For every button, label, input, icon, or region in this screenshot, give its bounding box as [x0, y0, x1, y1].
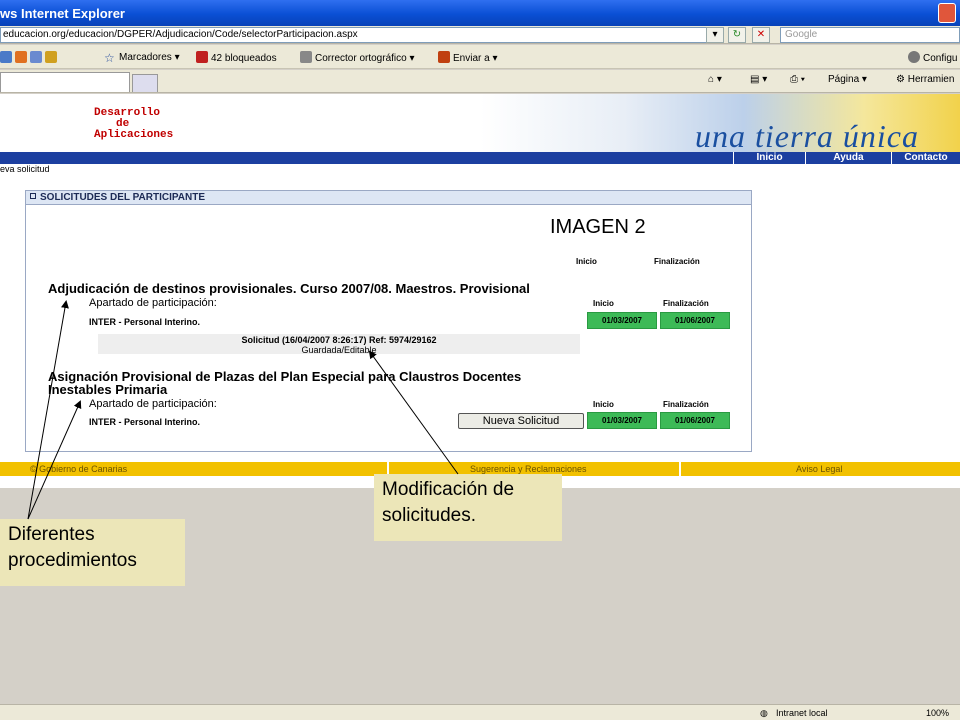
- callout-line: Diferentes: [8, 524, 95, 545]
- blocked-button[interactable]: 42 bloqueados: [196, 51, 277, 64]
- nueva-solicitud-button[interactable]: Nueva Solicitud: [458, 413, 584, 429]
- solicitud-status: Guardada/Editable: [301, 345, 377, 355]
- image-label: IMAGEN 2: [550, 216, 646, 238]
- nav-contacto[interactable]: Contacto: [891, 152, 960, 164]
- window-title: ws Internet Explorer: [0, 6, 125, 21]
- stop-icon[interactable]: ✕: [752, 27, 770, 43]
- gear-icon: ⚙: [896, 74, 905, 85]
- site-nav: Inicio Ayuda Contacto: [0, 152, 960, 164]
- header-finalizacion: Finalización: [654, 257, 700, 266]
- config-button[interactable]: Configu: [908, 51, 957, 64]
- site-banner: Desarrollo de Aplicaciones una tierra ún…: [0, 94, 960, 154]
- start-date: 01/03/2007: [587, 312, 657, 329]
- callout-modification: Modificación de solicitudes.: [374, 474, 562, 541]
- apartado-label: Apartado de participación:: [89, 398, 217, 410]
- footer-divider: [679, 462, 681, 476]
- footer-legal[interactable]: Aviso Legal: [796, 464, 842, 474]
- site-title-line: Desarrollo: [94, 107, 161, 119]
- blocked-label: 42 bloqueados: [211, 53, 277, 64]
- feeds-icon[interactable]: ▤ ▾: [750, 74, 767, 85]
- send-button[interactable]: Enviar a ▾: [438, 51, 498, 64]
- feed-icon: [15, 51, 27, 63]
- callout-line: Modificación de: [382, 479, 515, 500]
- gear-icon: [908, 51, 920, 63]
- page-menu[interactable]: Página ▾: [828, 74, 867, 85]
- panel-title: SOLICITUDES DEL PARTICIPANTE: [40, 192, 206, 203]
- tab-bar: ⌂ ▾ ▤ ▾ ⎙ ▾ Página ▾ ⚙ Herramien: [0, 70, 960, 93]
- callout-procedures: Diferentes procedimientos: [0, 519, 185, 586]
- start-date: 01/03/2007: [587, 412, 657, 429]
- address-bar: educacion.org/educacion/DGPER/Adjudicaci…: [0, 26, 960, 44]
- end-date: 01/06/2007: [660, 412, 730, 429]
- page-menu-label: Página: [828, 74, 860, 85]
- config-label: Configu: [923, 53, 958, 64]
- inicio-label: Inicio: [593, 400, 614, 409]
- slogan: una tierra única: [695, 118, 919, 154]
- dropdown-arrow-icon[interactable]: ▾: [706, 27, 724, 43]
- personal-label: INTER - Personal Interino.: [89, 417, 201, 427]
- window-titlebar: ws Internet Explorer: [0, 0, 960, 26]
- procedure-title: Adjudicación de destinos provisionales. …: [48, 281, 530, 296]
- apartado-label: Apartado de participación:: [89, 297, 217, 309]
- nav-ayuda[interactable]: Ayuda: [805, 152, 891, 164]
- personal-label: INTER - Personal Interino.: [89, 317, 201, 327]
- spellcheck-label: Corrector ortográfico: [315, 53, 407, 64]
- browser-toolbar: ☆ Marcadores ▾ 42 bloqueados Corrector or…: [0, 45, 960, 69]
- footer-suggestions[interactable]: Sugerencia y Reclamaciones: [470, 464, 587, 474]
- globe-icon: ◍: [760, 708, 768, 718]
- send-icon: [438, 51, 450, 63]
- finalizacion-label: Finalización: [663, 299, 709, 308]
- nav-inicio[interactable]: Inicio: [733, 152, 805, 164]
- site-title-line: Aplicaciones: [94, 129, 174, 141]
- procedure-title-cont: Inestables Primaria: [48, 382, 168, 397]
- zoom-label[interactable]: 100%: [926, 708, 949, 718]
- blocked-icon: [196, 51, 208, 63]
- new-tab-button[interactable]: [132, 74, 158, 92]
- tools-menu-label: Herramien: [907, 74, 955, 85]
- send-label: Enviar a: [453, 53, 490, 64]
- zone-label: Intranet local: [776, 708, 828, 718]
- spellcheck-icon: [300, 51, 312, 63]
- callout-line: procedimientos: [8, 550, 137, 571]
- site-title: Desarrollo de Aplicaciones: [94, 108, 173, 141]
- close-window-button[interactable]: [938, 3, 956, 23]
- home-icon[interactable]: ⌂ ▾: [708, 74, 722, 85]
- status-bar: ◍ Intranet local 100%: [0, 704, 960, 720]
- solicitud-ref: Solicitud (16/04/2007 8:26:17) Ref: 5974…: [241, 335, 437, 345]
- collapse-icon[interactable]: [30, 193, 36, 199]
- print-icon[interactable]: ⎙ ▾: [790, 74, 805, 85]
- panel-header: SOLICITUDES DEL PARTICIPANTE: [26, 191, 751, 205]
- tab-current[interactable]: [0, 72, 130, 92]
- refresh-icon[interactable]: ↻: [728, 27, 746, 43]
- url-input[interactable]: educacion.org/educacion/DGPER/Adjudicaci…: [0, 27, 722, 43]
- forward-icon: [0, 51, 12, 63]
- puzzle-icon: [45, 51, 57, 63]
- footer-copyright: © Gobierno de Canarias: [30, 464, 128, 474]
- header-inicio: Inicio: [576, 257, 597, 266]
- callout-line: solicitudes.: [382, 505, 476, 526]
- spellcheck-button[interactable]: Corrector ortográfico ▾: [300, 51, 415, 64]
- search-input[interactable]: Google: [780, 27, 960, 43]
- breadcrumb: eva solicitud: [0, 164, 50, 174]
- extension-icon: [30, 51, 42, 63]
- finalizacion-label: Finalización: [663, 400, 709, 409]
- solicitud-link[interactable]: Solicitud (16/04/2007 8:26:17) Ref: 5974…: [98, 334, 580, 355]
- end-date: 01/06/2007: [660, 312, 730, 329]
- star-icon: ☆: [104, 51, 115, 65]
- tools-menu[interactable]: ⚙ Herramien: [896, 74, 954, 85]
- inicio-label: Inicio: [593, 299, 614, 308]
- bookmarks-label: Marcadores: [119, 52, 172, 63]
- bookmarks-button[interactable]: ☆ Marcadores ▾: [104, 51, 180, 65]
- nav-icons[interactable]: [0, 51, 60, 64]
